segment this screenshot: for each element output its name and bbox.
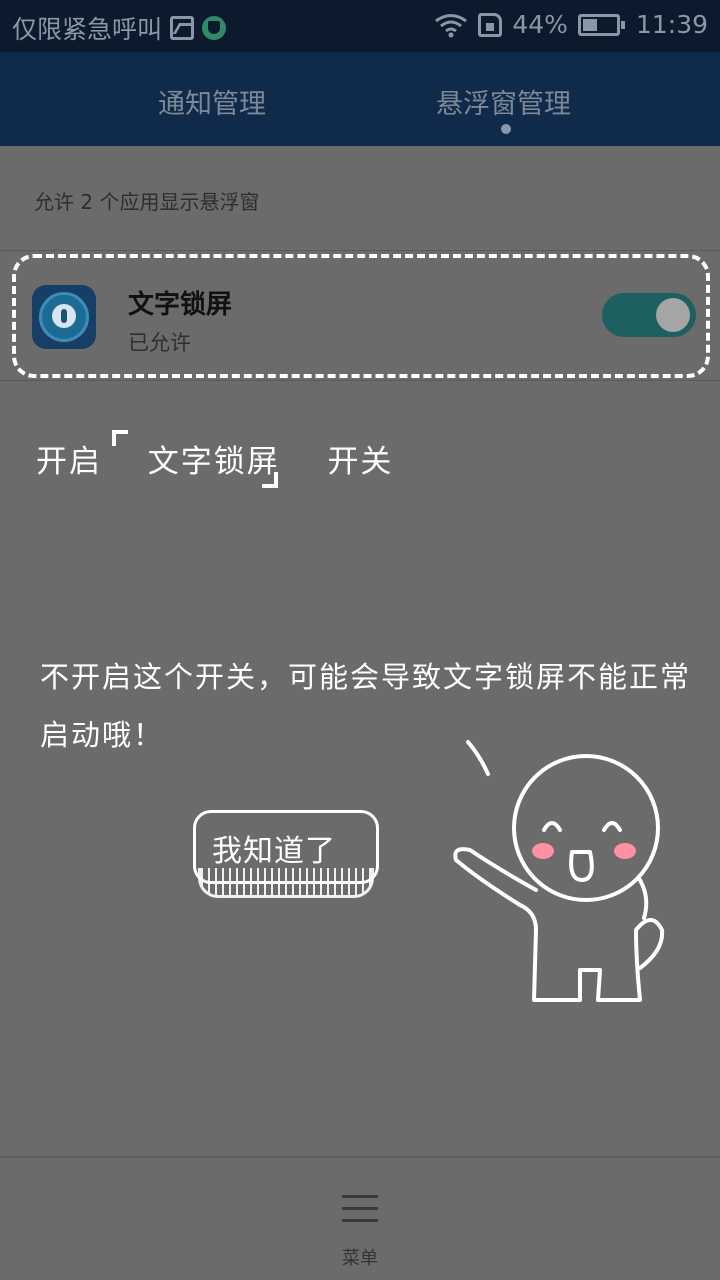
guide-hint-suffix: 开关 <box>327 444 394 480</box>
status-bar: 仅限紧急呼叫 44% 11:39 <box>0 0 720 52</box>
bracket-close-mark <box>262 472 278 488</box>
tab-bar: 通知管理 悬浮窗管理 <box>0 52 720 146</box>
menu-label[interactable]: 菜单 <box>342 1244 378 1270</box>
divider <box>0 250 720 251</box>
carrier-text: 仅限紧急呼叫 <box>12 15 163 44</box>
battery-percent: 44% <box>512 10 568 39</box>
sim-icon <box>478 12 503 37</box>
tab-notification-management[interactable]: 通知管理 <box>158 82 266 121</box>
guide-hint-app: 文字锁屏 <box>147 444 280 480</box>
image-icon <box>170 16 195 40</box>
guide-hint: 开启 文字锁屏 开关 <box>36 436 393 481</box>
wifi-icon <box>435 13 468 37</box>
menu-icon[interactable] <box>342 1195 378 1223</box>
tab-floating-window-management[interactable]: 悬浮窗管理 <box>436 82 571 121</box>
highlight-dashed-frame <box>12 254 710 378</box>
shield-icon <box>202 16 227 40</box>
divider <box>0 380 720 381</box>
clock: 11:39 <box>635 10 708 39</box>
allowed-apps-summary: 允许 2 个应用显示悬浮窗 <box>34 190 260 214</box>
tab-selected-indicator <box>501 124 511 134</box>
bracket-open-mark <box>112 430 128 446</box>
battery-icon <box>577 13 625 36</box>
confirm-button-label: 我知道了 <box>212 834 336 869</box>
guide-hint-prefix: 开启 <box>36 444 102 480</box>
bottom-bar-divider <box>0 1156 720 1158</box>
cartoon-character-icon <box>453 740 665 1002</box>
